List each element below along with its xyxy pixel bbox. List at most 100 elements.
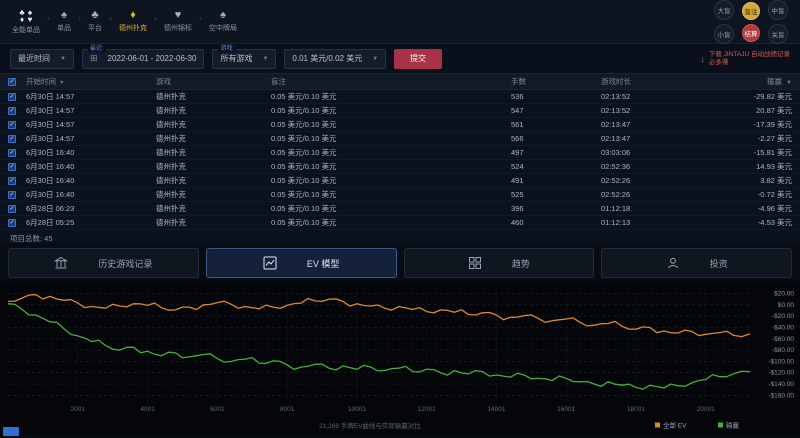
download-link[interactable]: ↓ 下载 JINTAJU 自动战绩记录 必多赚	[700, 51, 790, 67]
legend-swatch-0[interactable]	[655, 423, 660, 428]
cell-blinds: 0.05 美元/0.10 美元	[271, 133, 511, 144]
chevron-down-icon: ▼	[372, 56, 378, 62]
cell-game: 德州扑克	[156, 203, 271, 214]
sessions-table: ✓开始时间▼游戏盲注手数游戏时长输赢▼ ✓6月30日 14:57德州扑克0.05…	[0, 74, 800, 243]
row-checkbox[interactable]: ✓	[8, 149, 16, 157]
legend-label-0[interactable]: 全部 EV	[663, 421, 687, 430]
row-checkbox[interactable]: ✓	[8, 93, 16, 101]
column-header-5[interactable]: 输赢▼	[701, 76, 792, 87]
svg-text:-$120.00: -$120.00	[768, 370, 794, 377]
legend-label-1[interactable]: 输赢	[726, 421, 740, 430]
game-select[interactable]: 游戏: 所有游戏 ▼	[212, 49, 276, 69]
submit-button[interactable]: 提交	[394, 49, 442, 69]
tab-2[interactable]: 趋势	[404, 248, 595, 278]
row-checkbox[interactable]: ✓	[8, 219, 16, 227]
corner-button[interactable]	[3, 427, 19, 436]
ev-chart-icon	[263, 256, 277, 270]
tab-3[interactable]: 投资	[601, 248, 792, 278]
row-checkbox[interactable]: ✓	[8, 191, 16, 199]
row-checkbox[interactable]: ✓	[8, 135, 16, 143]
row-checkbox[interactable]: ✓	[8, 163, 16, 171]
breadcrumb-separator: ›	[154, 13, 157, 23]
svg-text:18001: 18001	[627, 406, 645, 413]
blind-level-select[interactable]: 0.01 美元/0.02 美元 ▼	[284, 49, 386, 69]
chart-caption: 21,269 手牌EV曲线与实际输赢对比	[319, 421, 421, 430]
cell-hands: 524	[511, 162, 601, 171]
tab-0[interactable]: 历史游戏记录	[8, 248, 199, 278]
row-checkbox[interactable]: ✓	[8, 205, 16, 213]
table-row[interactable]: ✓6月30日 14:57德州扑克0.05 美元/0.10 美元56102:13:…	[0, 118, 800, 132]
table-row[interactable]: ✓6月30日 16:40德州扑克0.05 美元/0.10 美元49703:03:…	[0, 146, 800, 160]
date-range-picker[interactable]: 最近: ⊞ 2022-06-01 - 2022-06-30	[82, 49, 205, 69]
table-row[interactable]: ✓6月30日 16:40德州扑克0.05 美元/0.10 美元52402:52:…	[0, 160, 800, 174]
cell-start-time: 6月30日 14:57	[26, 105, 156, 116]
download-icon: ↓	[700, 55, 705, 63]
ev-chart-svg: 2001400160018001100011200114001160011800…	[0, 283, 800, 435]
table-row[interactable]: ✓6月30日 16:40德州扑克0.05 美元/0.10 美元49102:52:…	[0, 174, 800, 188]
table-row[interactable]: ✓6月30日 14:57德州扑克0.05 美元/0.10 美元56602:13:…	[0, 132, 800, 146]
badge-column-left: 大盲 小盲	[714, 0, 734, 44]
cell-hands: 460	[511, 218, 601, 227]
cell-start-time: 6月30日 14:57	[26, 119, 156, 130]
svg-text:10001: 10001	[348, 406, 366, 413]
column-header-4[interactable]: 游戏时长	[601, 76, 701, 87]
table-row[interactable]: ✓6月30日 14:57德州扑克0.05 美元/0.10 美元53602:13:…	[0, 90, 800, 104]
badge-big-blind[interactable]: 大盲	[714, 0, 734, 20]
time-range-select[interactable]: 最近时间 ▼	[10, 49, 74, 69]
tab-1[interactable]: EV 模型	[206, 248, 397, 278]
cell-game: 德州扑克	[156, 133, 271, 144]
badge-small-blind[interactable]: 小盲	[714, 24, 734, 44]
cell-blinds: 0.05 美元/0.10 美元	[271, 91, 511, 102]
ev-chart-panel: 2001400160018001100011200114001160011800…	[0, 283, 800, 435]
column-header-2[interactable]: 盲注	[271, 76, 511, 87]
svg-text:8001: 8001	[280, 406, 295, 413]
table-row[interactable]: ✓6月30日 14:57德州扑克0.05 美元/0.10 美元54702:13:…	[0, 104, 800, 118]
row-checkbox[interactable]: ✓	[8, 107, 16, 115]
cell-game: 德州扑克	[156, 175, 271, 186]
breadcrumb-item-4[interactable]: ♥德州锦标	[164, 10, 192, 33]
table-row[interactable]: ✓6月28日 05:25德州扑克0.05 美元/0.10 美元46001:12:…	[0, 216, 800, 230]
cell-blinds: 0.05 美元/0.10 美元	[271, 189, 511, 200]
table-row[interactable]: ✓6月30日 16:40德州扑克0.05 美元/0.10 美元52502:52:…	[0, 188, 800, 202]
svg-text:-$20.00: -$20.00	[772, 313, 794, 320]
svg-text:-$60.00: -$60.00	[772, 336, 794, 343]
badge-mid-blind[interactable]: 中盲	[768, 0, 788, 20]
cell-start-time: 6月30日 16:40	[26, 189, 156, 200]
cell-blinds: 0.05 美元/0.10 美元	[271, 119, 511, 130]
column-header-1[interactable]: 游戏	[156, 76, 271, 87]
badge-no-blind[interactable]: 关盲	[768, 24, 788, 44]
breadcrumb-item-0[interactable]: ♣♠♦♥全能单品	[12, 9, 40, 35]
column-header-0[interactable]: 开始时间▼	[26, 76, 156, 87]
filter-icon[interactable]: ▼	[786, 80, 792, 86]
breadcrumb-separator: ›	[199, 13, 202, 23]
breadcrumb-item-2[interactable]: ♣平台	[88, 10, 102, 33]
row-checkbox[interactable]: ✓	[8, 177, 16, 185]
breadcrumb-item-1[interactable]: ♠单品	[57, 10, 71, 33]
cell-duration: 02:13:47	[601, 134, 701, 143]
column-header-3[interactable]: 手数	[511, 76, 601, 87]
cell-hands: 491	[511, 176, 601, 185]
cell-start-time: 6月28日 06:23	[26, 203, 156, 214]
breadcrumb-item-5[interactable]: ♠空中牌局	[209, 10, 237, 33]
legend-swatch-1[interactable]	[718, 423, 723, 428]
svg-text:$0.00: $0.00	[778, 302, 795, 309]
breadcrumb-separator: ›	[78, 13, 81, 23]
breadcrumb: ♣♠♦♥全能单品›♠单品›♣平台›♦德州扑克›♥德州锦标›♠空中牌局	[12, 9, 237, 35]
svg-text:-$100.00: -$100.00	[768, 358, 794, 365]
breadcrumb-item-3[interactable]: ♦德州扑克	[119, 10, 147, 33]
cell-result: -15.81 美元	[701, 147, 792, 158]
badge-center-action[interactable]: 盲注	[742, 2, 760, 20]
row-checkbox[interactable]: ✓	[8, 121, 16, 129]
svg-text:-$160.00: -$160.00	[768, 392, 794, 399]
cell-result: 14.93 美元	[701, 161, 792, 172]
badge-column-right: 中盲 关盲	[768, 0, 788, 44]
cell-game: 德州扑克	[156, 105, 271, 116]
breadcrumb-separator: ›	[47, 13, 50, 23]
table-row[interactable]: ✓6月28日 06:23德州扑克0.05 美元/0.10 美元39601:12:…	[0, 202, 800, 216]
header-checkbox[interactable]: ✓	[8, 78, 16, 86]
badge-generate[interactable]: 结算	[742, 24, 760, 42]
cell-game: 德州扑克	[156, 119, 271, 130]
cell-blinds: 0.05 美元/0.10 美元	[271, 203, 511, 214]
svg-text:2001: 2001	[71, 406, 86, 413]
cell-duration: 02:13:47	[601, 120, 701, 129]
